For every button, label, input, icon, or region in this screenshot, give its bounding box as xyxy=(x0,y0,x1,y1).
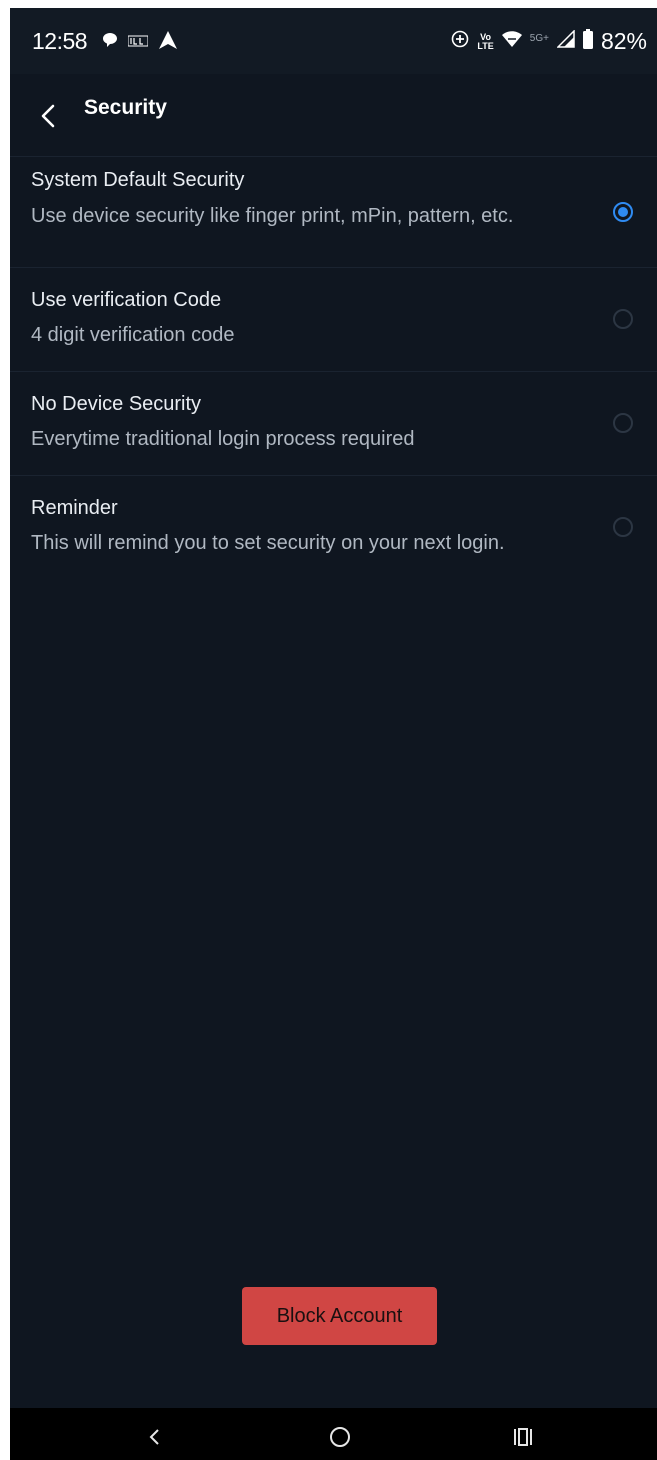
radio-unselected[interactable] xyxy=(613,517,633,537)
chat-bubble-icon xyxy=(102,32,118,53)
battery-percent: 82% xyxy=(600,28,647,54)
option-title: No Device Security xyxy=(31,393,202,415)
option-title: Use verification Code xyxy=(31,289,222,311)
volte-icon: Vo LTE xyxy=(477,31,494,51)
option-reminder[interactable]: Reminder This will remind you to set sec… xyxy=(10,475,657,579)
option-title: Reminder xyxy=(31,497,118,519)
option-description: Use device security like finger print, m… xyxy=(31,205,514,227)
battery-icon xyxy=(582,29,593,54)
option-system-default-security[interactable]: System Default Security Use device secur… xyxy=(10,157,657,268)
option-no-device-security[interactable]: No Device Security Everytime traditional… xyxy=(10,371,657,476)
back-nav-icon[interactable] xyxy=(140,1422,170,1452)
signal-icon xyxy=(556,29,575,53)
option-title: System Default Security xyxy=(31,169,245,191)
ipl-icon xyxy=(127,34,149,52)
home-nav-icon[interactable] xyxy=(325,1422,355,1452)
option-description: This will remind you to set security on … xyxy=(31,532,505,554)
data-saver-icon xyxy=(451,30,469,53)
chevron-left-icon[interactable] xyxy=(34,96,64,136)
radio-unselected[interactable] xyxy=(613,413,633,433)
page-title: Security xyxy=(84,96,167,119)
navigation-arrow-icon xyxy=(158,30,178,55)
app-header: Security xyxy=(10,74,657,157)
system-nav-bar xyxy=(10,1408,657,1460)
app-frame: 12:58 Vo LTE 5G+ 82% Security System Def… xyxy=(10,8,657,1460)
status-bar: 12:58 Vo LTE 5G+ 82% xyxy=(10,8,657,74)
status-time: 12:58 xyxy=(32,28,88,54)
recents-nav-icon[interactable] xyxy=(508,1422,538,1452)
option-description: Everytime traditional login process requ… xyxy=(31,428,415,450)
radio-unselected[interactable] xyxy=(613,309,633,329)
option-description: 4 digit verification code xyxy=(31,324,235,346)
option-verification-code[interactable]: Use verification Code 4 digit verificati… xyxy=(10,267,657,372)
wifi-icon xyxy=(501,31,522,52)
network-5g-label: 5G+ xyxy=(529,33,549,44)
radio-selected[interactable] xyxy=(613,202,633,222)
block-account-button[interactable]: Block Account xyxy=(242,1287,437,1345)
